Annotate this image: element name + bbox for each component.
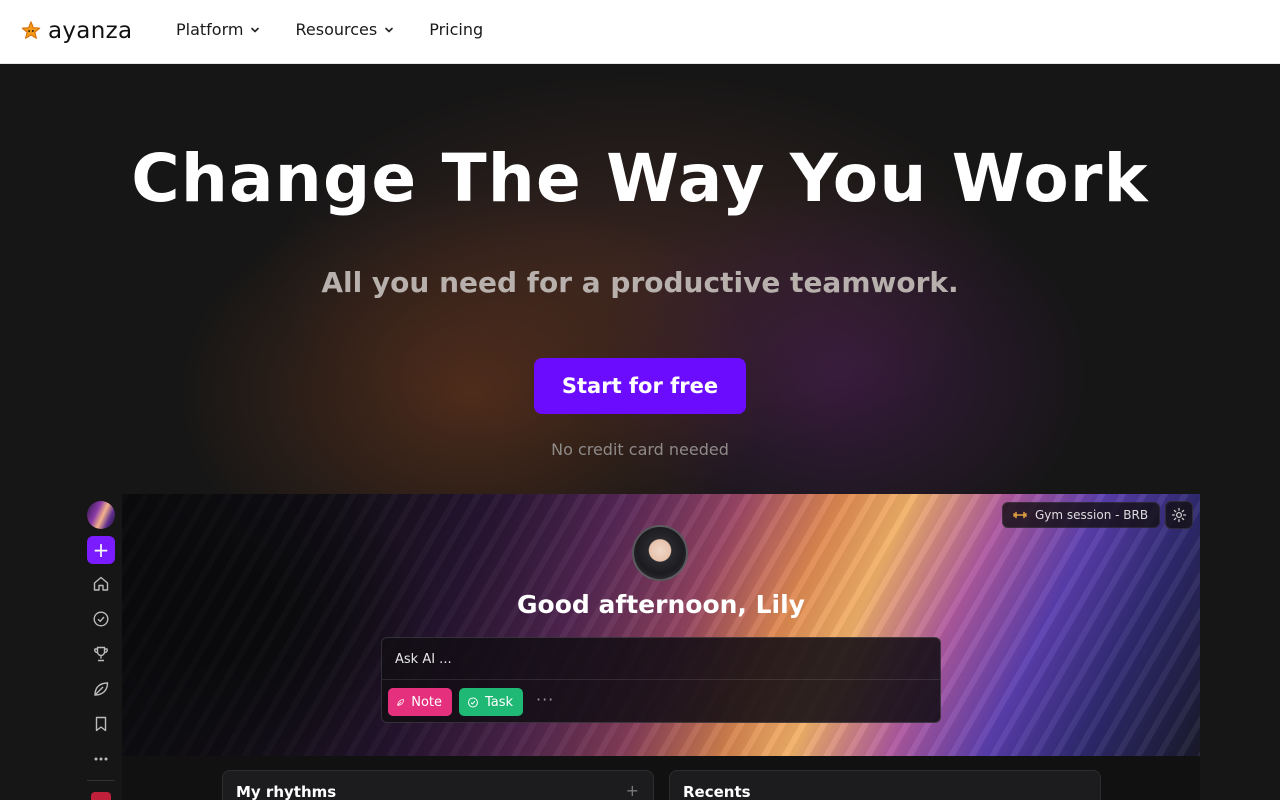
status-pill[interactable]: Gym session - BRB: [1002, 502, 1160, 528]
check-circle-icon: [468, 697, 478, 707]
panel-title: Recents: [683, 783, 751, 800]
ask-ai-input[interactable]: Ask AI ...: [395, 652, 452, 667]
chevron-down-icon: [251, 27, 260, 33]
note-chip[interactable]: Note: [388, 688, 452, 716]
recents-panel: Recents: [669, 770, 1101, 800]
hero-section: Change The Way You Work All you need for…: [0, 64, 1280, 800]
sidebar-app-badge[interactable]: [91, 792, 111, 800]
dumbbell-icon: [1013, 511, 1027, 519]
task-chip[interactable]: Task: [459, 688, 523, 716]
nav-item-label: Platform: [176, 20, 244, 39]
trophy-icon[interactable]: [91, 644, 111, 664]
start-for-free-button[interactable]: Start for free: [534, 358, 746, 414]
ask-ai-box: Ask AI ... Note Task ···: [381, 637, 941, 723]
add-rhythm-button[interactable]: +: [626, 781, 639, 800]
ask-ai-divider: [382, 679, 940, 680]
hero-title: Change The Way You Work: [131, 140, 1149, 217]
nav-item-pricing[interactable]: Pricing: [429, 20, 483, 39]
my-rhythms-panel: My rhythms +: [222, 770, 654, 800]
more-options-button[interactable]: ···: [536, 690, 554, 709]
nav-item-label: Resources: [295, 20, 378, 39]
hero-subtitle: All you need for a productive teamwork.: [321, 266, 959, 299]
check-circle-icon[interactable]: [91, 609, 111, 629]
sidebar-divider: [87, 780, 115, 781]
home-icon[interactable]: [91, 574, 111, 594]
cta-note: No credit card needed: [551, 440, 729, 459]
settings-button[interactable]: [1165, 501, 1193, 529]
bookmark-icon[interactable]: [91, 714, 111, 734]
app-preview-sidebar: +: [84, 494, 120, 800]
gear-icon: [1171, 507, 1187, 523]
chip-label: Note: [411, 694, 442, 710]
panel-title: My rhythms: [236, 783, 337, 800]
app-preview-banner: Gym session - BRB Good afternoon, Lily A…: [122, 494, 1200, 756]
more-icon[interactable]: [91, 749, 111, 769]
nav-item-resources[interactable]: Resources: [295, 20, 395, 39]
status-text: Gym session - BRB: [1035, 508, 1149, 522]
ayanza-logo[interactable]: ayanza: [20, 18, 132, 44]
feather-icon: [397, 698, 404, 706]
user-avatar[interactable]: [632, 525, 688, 581]
workspace-avatar[interactable]: [87, 501, 115, 529]
add-button[interactable]: +: [87, 536, 115, 564]
nav-item-label: Pricing: [429, 20, 484, 39]
chip-label: Task: [484, 694, 513, 710]
star-logo-icon: [21, 21, 41, 39]
brand-name: ayanza: [48, 18, 133, 44]
chevron-down-icon: [385, 27, 394, 33]
top-navigation-bar: ayanza Platform Resources Pricing: [0, 0, 1280, 64]
greeting-heading: Good afternoon, Lily: [517, 590, 805, 619]
leaf-icon[interactable]: [91, 679, 111, 699]
main-nav: Platform Resources Pricing: [176, 20, 517, 39]
nav-item-platform[interactable]: Platform: [176, 20, 261, 39]
